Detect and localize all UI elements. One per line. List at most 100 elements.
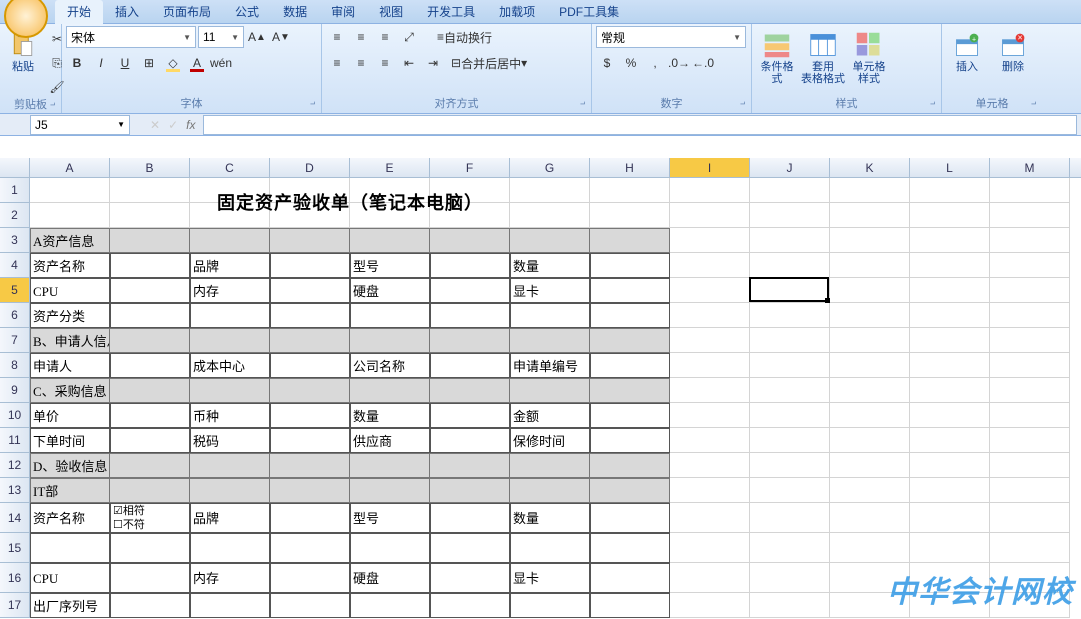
cell-H6[interactable] (590, 303, 670, 328)
cell-B10[interactable] (110, 403, 190, 428)
cell-C7[interactable] (190, 328, 270, 353)
cell-F7[interactable] (430, 328, 510, 353)
col-header-I[interactable]: I (670, 158, 750, 177)
tab-dev[interactable]: 开发工具 (415, 0, 487, 24)
cell-B17[interactable] (110, 593, 190, 618)
cell-I16[interactable] (670, 563, 750, 593)
cell-G4[interactable]: 数量 (510, 253, 590, 278)
cell-G8[interactable]: 申请单编号 (510, 353, 590, 378)
cell-F9[interactable] (430, 378, 510, 403)
cell-F11[interactable] (430, 428, 510, 453)
cell-G7[interactable] (510, 328, 590, 353)
cell-H17[interactable] (590, 593, 670, 618)
cell-F3[interactable] (430, 228, 510, 253)
cell-J7[interactable] (750, 328, 830, 353)
cell-J3[interactable] (750, 228, 830, 253)
cell-L1[interactable] (910, 178, 990, 203)
col-header-A[interactable]: A (30, 158, 110, 177)
cell-C16[interactable]: 内存 (190, 563, 270, 593)
cell-G5[interactable]: 显卡 (510, 278, 590, 303)
cell-L12[interactable] (910, 453, 990, 478)
row-header-13[interactable]: 13 (0, 478, 30, 503)
cell-B3[interactable] (110, 228, 190, 253)
title-cell[interactable]: 固定资产验收单（笔记本电脑） (30, 178, 670, 228)
cell-E11[interactable]: 供应商 (350, 428, 430, 453)
col-header-L[interactable]: L (910, 158, 990, 177)
cell-J8[interactable] (750, 353, 830, 378)
cell-K14[interactable] (830, 503, 910, 533)
col-header-M[interactable]: M (990, 158, 1070, 177)
cell-D14[interactable] (270, 503, 350, 533)
cell-B7[interactable] (110, 328, 190, 353)
cell-K10[interactable] (830, 403, 910, 428)
cell-C3[interactable] (190, 228, 270, 253)
col-header-H[interactable]: H (590, 158, 670, 177)
tab-review[interactable]: 审阅 (319, 0, 367, 24)
conditional-format-button[interactable]: 条件格式 (756, 26, 798, 88)
cell-E13[interactable] (350, 478, 430, 503)
cell-M2[interactable] (990, 203, 1070, 228)
cell-M8[interactable] (990, 353, 1070, 378)
cell-J13[interactable] (750, 478, 830, 503)
cell-G15[interactable] (510, 533, 590, 563)
cell-C4[interactable]: 品牌 (190, 253, 270, 278)
cell-M11[interactable] (990, 428, 1070, 453)
tab-addin[interactable]: 加载项 (487, 0, 547, 24)
cell-L15[interactable] (910, 533, 990, 563)
cell-F5[interactable] (430, 278, 510, 303)
cell-M13[interactable] (990, 478, 1070, 503)
cell-F12[interactable] (430, 453, 510, 478)
comma-button[interactable]: , (644, 52, 666, 74)
font-size-combo[interactable]: 11▼ (198, 26, 244, 48)
row-header-1[interactable]: 1 (0, 178, 30, 203)
cell-M14[interactable] (990, 503, 1070, 533)
cell-L7[interactable] (910, 328, 990, 353)
cell-A16[interactable]: CPU (30, 563, 110, 593)
align-right-button[interactable]: ≡ (374, 52, 396, 74)
cell-F13[interactable] (430, 478, 510, 503)
cell-J4[interactable] (750, 253, 830, 278)
cell-E6[interactable] (350, 303, 430, 328)
cell-M6[interactable] (990, 303, 1070, 328)
table-format-button[interactable]: 套用 表格格式 (802, 26, 844, 88)
cell-K13[interactable] (830, 478, 910, 503)
insert-cells-button[interactable]: + 插入 (946, 26, 988, 76)
cell-C12[interactable] (190, 453, 270, 478)
number-format-combo[interactable]: 常规▼ (596, 26, 746, 48)
cell-D16[interactable] (270, 563, 350, 593)
row-header-14[interactable]: 14 (0, 503, 30, 533)
italic-button[interactable]: I (90, 52, 112, 74)
cell-G10[interactable]: 金额 (510, 403, 590, 428)
cell-G3[interactable] (510, 228, 590, 253)
cell-G12[interactable] (510, 453, 590, 478)
cell-H12[interactable] (590, 453, 670, 478)
cell-H9[interactable] (590, 378, 670, 403)
cell-J12[interactable] (750, 453, 830, 478)
cell-H16[interactable] (590, 563, 670, 593)
cell-K7[interactable] (830, 328, 910, 353)
cell-A13[interactable]: IT部 (30, 478, 110, 503)
row-header-7[interactable]: 7 (0, 328, 30, 353)
cell-D15[interactable] (270, 533, 350, 563)
cell-H15[interactable] (590, 533, 670, 563)
cell-H4[interactable] (590, 253, 670, 278)
cell-A8[interactable]: 申请人 (30, 353, 110, 378)
accept-formula-icon[interactable]: ✓ (168, 118, 178, 132)
row-header-5[interactable]: 5 (0, 278, 30, 303)
cell-B4[interactable] (110, 253, 190, 278)
row-header-17[interactable]: 17 (0, 593, 30, 618)
cell-K9[interactable] (830, 378, 910, 403)
cell-M1[interactable] (990, 178, 1070, 203)
cell-F16[interactable] (430, 563, 510, 593)
row-header-8[interactable]: 8 (0, 353, 30, 378)
cell-G16[interactable]: 显卡 (510, 563, 590, 593)
currency-button[interactable]: $ (596, 52, 618, 74)
cell-J2[interactable] (750, 203, 830, 228)
cell-J10[interactable] (750, 403, 830, 428)
cell-D11[interactable] (270, 428, 350, 453)
cell-J16[interactable] (750, 563, 830, 593)
cell-L6[interactable] (910, 303, 990, 328)
row-header-15[interactable]: 15 (0, 533, 30, 563)
cell-D5[interactable] (270, 278, 350, 303)
cell-D7[interactable] (270, 328, 350, 353)
